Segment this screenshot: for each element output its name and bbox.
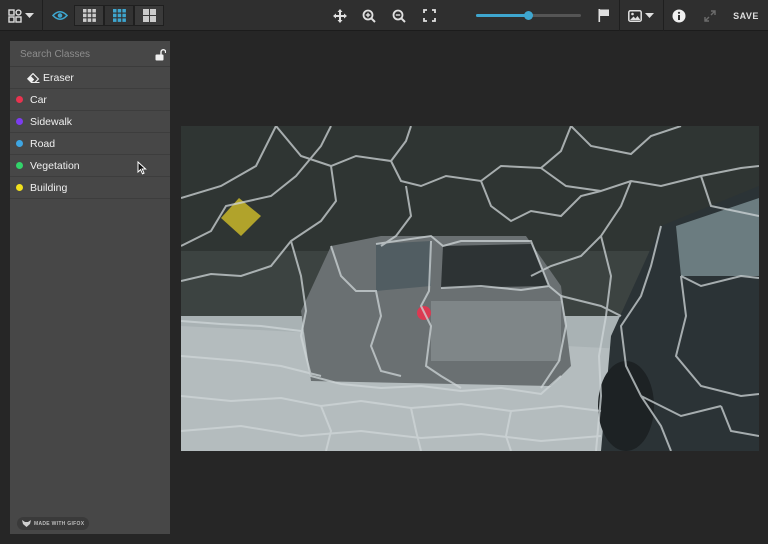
- class-panel: Eraser Car Sidewalk Road Vegetation Buil…: [10, 41, 170, 534]
- class-color-dot: [16, 184, 23, 191]
- save-button[interactable]: SAVE: [727, 0, 765, 31]
- zoom-slider-knob[interactable]: [524, 11, 533, 20]
- move-icon: [333, 8, 347, 23]
- grid-small-button[interactable]: [74, 5, 104, 26]
- class-item-building[interactable]: Building: [10, 177, 170, 199]
- expand-button[interactable]: [700, 0, 720, 31]
- chevron-down-icon: [25, 12, 34, 18]
- class-color-dot: [16, 162, 23, 169]
- class-label: Road: [30, 137, 56, 150]
- segmentation-image: [181, 126, 759, 451]
- zoom-out-icon: [392, 9, 406, 23]
- class-color-dot: [16, 96, 23, 103]
- fox-logo-icon: [22, 520, 31, 527]
- class-color-dot: [16, 140, 23, 147]
- zoom-out-button[interactable]: [389, 0, 409, 31]
- class-item-road[interactable]: Road: [10, 133, 170, 155]
- fit-screen-button[interactable]: [419, 0, 439, 31]
- layout-icon: [8, 8, 22, 23]
- grid-small-icon: [82, 9, 96, 22]
- class-label: Sidewalk: [30, 115, 73, 128]
- zoom-in-icon: [362, 9, 376, 23]
- zoom-in-button[interactable]: [359, 0, 379, 31]
- watermark-text: MADE WITH GIFOX: [34, 520, 85, 527]
- flag-button[interactable]: [594, 0, 614, 31]
- info-icon: [672, 9, 686, 22]
- eraser-label: Eraser: [43, 71, 74, 84]
- image-icon: [628, 9, 642, 22]
- class-item-sidewalk[interactable]: Sidewalk: [10, 111, 170, 133]
- flag-icon: [598, 9, 609, 22]
- search-classes-input[interactable]: [10, 41, 150, 67]
- class-label: Car: [30, 93, 47, 106]
- gifox-watermark: MADE WITH GIFOX: [17, 517, 90, 530]
- eraser-icon: [27, 72, 40, 83]
- zoom-slider-fill: [476, 14, 529, 17]
- grid-medium-icon: [112, 9, 126, 22]
- chevron-down-icon: [645, 12, 654, 18]
- annotation-canvas[interactable]: [181, 126, 759, 451]
- grid-medium-button[interactable]: [104, 5, 134, 26]
- unlock-icon: [155, 49, 167, 61]
- class-item-car[interactable]: Car: [10, 89, 170, 111]
- class-label: Building: [30, 181, 68, 194]
- image-menu-button[interactable]: [624, 0, 658, 31]
- expand-icon: [704, 9, 716, 22]
- class-label: Vegetation: [30, 159, 80, 172]
- layout-menu-button[interactable]: [4, 0, 38, 31]
- info-button[interactable]: [669, 0, 689, 31]
- search-row: [10, 41, 170, 67]
- eraser-item[interactable]: Eraser: [10, 67, 170, 89]
- zoom-slider[interactable]: [476, 11, 581, 20]
- mouse-cursor-icon: [137, 161, 147, 175]
- eye-icon: [52, 10, 68, 21]
- class-color-dot: [16, 118, 23, 125]
- grid-large-icon: [142, 9, 156, 22]
- fullscreen-icon: [422, 9, 436, 22]
- lock-toggle[interactable]: [155, 48, 167, 66]
- grid-large-button[interactable]: [134, 5, 164, 26]
- pan-button[interactable]: [330, 0, 350, 31]
- toolbar: SAVE: [0, 0, 768, 31]
- visibility-toggle[interactable]: [47, 0, 73, 31]
